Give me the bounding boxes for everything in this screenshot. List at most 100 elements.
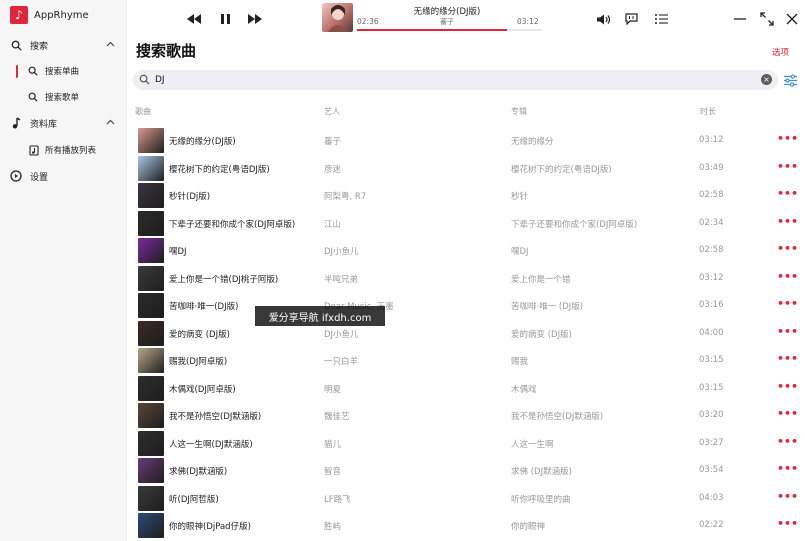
sidebar-item-library[interactable]: 资料库 [0, 113, 127, 133]
song-title[interactable]: 苦咖啡·唯一(DJ版) [169, 300, 238, 312]
song-artist[interactable]: 猫儿 [324, 438, 341, 450]
song-artist[interactable]: 明夏 [324, 383, 341, 395]
song-title[interactable]: 下辈子还要和你成个家(DJ阿卓版) [169, 218, 295, 230]
song-album[interactable]: 我不是孙悟空(DJ默涵版) [511, 410, 603, 422]
song-album[interactable]: 嘿DJ [511, 245, 529, 257]
song-title[interactable]: 我不是孙悟空(DJ默涵版) [169, 410, 261, 422]
song-row[interactable]: 樱花树下的约定(粤语DJ版) 彦迷 樱花树下的约定(粤语DJ版) 03:49 ••• [133, 155, 800, 182]
sidebar-item-search-songs[interactable]: 搜索单曲 [0, 61, 127, 81]
volume-icon[interactable] [596, 12, 612, 26]
more-options-icon[interactable]: ••• [777, 436, 798, 447]
song-artist[interactable]: DJ小鱼儿 [324, 328, 359, 340]
more-options-icon[interactable]: ••• [777, 133, 798, 144]
search-input[interactable] [155, 75, 745, 85]
song-title[interactable]: 嘿DJ [169, 245, 187, 257]
more-options-icon[interactable]: ••• [777, 381, 798, 392]
progress-bar[interactable] [357, 29, 542, 31]
song-album[interactable]: 木偶戏 [511, 383, 537, 395]
song-artist[interactable]: 魏佳艺 [324, 410, 350, 422]
more-options-icon[interactable]: ••• [777, 216, 798, 227]
filter-icon[interactable] [783, 74, 798, 87]
song-artist[interactable]: 阿梨粤, R7 [324, 190, 366, 202]
maximize-button[interactable] [760, 12, 774, 26]
song-album[interactable]: 爱的病变 (DJ版) [511, 328, 572, 340]
song-album[interactable]: 苦咖啡·唯一 (DJ版) [511, 300, 583, 312]
song-row[interactable]: 爱上你是一个错(DJ桃子阿版) 半吨兄弟 爱上你是一个错 03:12 ••• [133, 265, 800, 292]
more-options-icon[interactable]: ••• [777, 326, 798, 337]
sidebar-item-search[interactable]: 搜索 [0, 35, 127, 55]
song-row[interactable]: 你的眼神(DjPad仔版) 胜屿 你的眼神 02:22 ••• [133, 512, 800, 539]
pause-button[interactable] [217, 12, 233, 26]
lyrics-icon[interactable] [623, 12, 639, 26]
song-artist[interactable]: 胜屿 [324, 520, 341, 532]
song-album[interactable]: 赐我 [511, 355, 528, 367]
song-album[interactable]: 求佛 (DJ默涵版) [511, 465, 572, 477]
column-header-artist[interactable]: 艺人 [324, 106, 340, 117]
song-title[interactable]: 木偶戏(DJ阿卓版) [169, 383, 236, 395]
song-title[interactable]: 人这一生啊(DJ默涵版) [169, 438, 253, 450]
song-row[interactable]: 无缘的缘分(DJ版) 蕃子 无缘的缘分 03:12 ••• [133, 127, 800, 154]
song-title[interactable]: 赐我(DJ阿卓版) [169, 355, 227, 367]
chevron-up-icon[interactable] [106, 118, 115, 128]
more-options-icon[interactable]: ••• [777, 188, 798, 199]
song-artist[interactable]: 彦迷 [324, 163, 341, 175]
song-album[interactable]: 无缘的缘分 [511, 135, 554, 147]
song-row[interactable]: 我不是孙悟空(DJ默涵版) 魏佳艺 我不是孙悟空(DJ默涵版) 03:20 ••• [133, 402, 800, 429]
more-options-icon[interactable]: ••• [777, 518, 798, 529]
song-row[interactable]: 人这一生啊(DJ默涵版) 猫儿 人这一生啊 03:27 ••• [133, 430, 800, 457]
song-row[interactable]: 赐我(DJ阿卓版) 一只白羊 赐我 03:15 ••• [133, 347, 800, 374]
options-link[interactable]: 选项 [772, 46, 789, 58]
song-row[interactable]: 木偶戏(DJ阿卓版) 明夏 木偶戏 03:15 ••• [133, 375, 800, 402]
more-options-icon[interactable]: ••• [777, 271, 798, 282]
minimize-button[interactable] [733, 12, 747, 26]
song-title[interactable]: 秒针(Dj版) [169, 190, 210, 202]
song-album[interactable]: 下辈子还要和你成个家(DJ阿卓版) [511, 218, 637, 230]
column-header-song[interactable]: 歌曲 [135, 106, 151, 117]
song-row[interactable]: 下辈子还要和你成个家(DJ阿卓版) 江山 下辈子还要和你成个家(DJ阿卓版) 02:3… [133, 210, 800, 237]
queue-icon[interactable] [653, 12, 669, 26]
chevron-up-icon[interactable] [106, 40, 115, 50]
song-artist[interactable]: 蕃子 [324, 135, 341, 147]
clear-search-button[interactable]: × [761, 74, 772, 85]
song-row[interactable]: 爱的病变 (DJ版) DJ小鱼儿 爱的病变 (DJ版) 04:00 ••• [133, 320, 800, 347]
song-title[interactable]: 无缘的缘分(DJ版) [169, 135, 236, 147]
song-title[interactable]: 你的眼神(DjPad仔版) [169, 520, 251, 532]
song-album[interactable]: 爱上你是一个错 [511, 273, 571, 285]
song-row[interactable]: 苦咖啡·唯一(DJ版)Dear Music, 玉墨苦咖啡·唯一 (DJ版)03:… [133, 292, 800, 319]
song-title[interactable]: 樱花树下的约定(粤语DJ版) [169, 163, 270, 175]
sidebar-item-search-playlists[interactable]: 搜索歌单 [0, 87, 127, 107]
song-artist[interactable]: 半吨兄弟 [324, 273, 358, 285]
now-playing-cover[interactable] [322, 3, 353, 32]
more-options-icon[interactable]: ••• [777, 353, 798, 364]
more-options-icon[interactable]: ••• [777, 161, 798, 172]
song-title[interactable]: 求佛(DJ默涵版) [169, 465, 227, 477]
more-options-icon[interactable]: ••• [777, 491, 798, 502]
previous-button[interactable] [186, 12, 202, 26]
song-row[interactable]: 秒针(Dj版) 阿梨粤, R7 秒针 02:58 ••• [133, 182, 800, 209]
sidebar-item-all-playlists[interactable]: 所有播放列表 [0, 140, 127, 160]
next-button[interactable] [247, 12, 263, 26]
song-album[interactable]: 听你呼吸里的曲 [511, 493, 571, 505]
more-options-icon[interactable]: ••• [777, 298, 798, 309]
song-title[interactable]: 爱上你是一个错(DJ桃子阿版) [169, 273, 278, 285]
sidebar-item-settings[interactable]: 设置 [0, 166, 127, 186]
song-album[interactable]: 你的眼神 [511, 520, 545, 532]
song-title[interactable]: 爱的病变 (DJ版) [169, 328, 230, 340]
song-album[interactable]: 秒针 [511, 190, 528, 202]
song-row[interactable]: 嘿DJ DJ小鱼儿 嘿DJ 02:58 ••• [133, 237, 800, 264]
close-button[interactable] [785, 12, 799, 26]
column-header-duration[interactable]: 时长 [700, 106, 716, 117]
song-row[interactable]: 听(DJ阿哲版) LF路飞 听你呼吸里的曲 04:03 ••• [133, 485, 800, 512]
song-artist[interactable]: 智音 [324, 465, 341, 477]
song-artist[interactable]: DJ小鱼儿 [324, 245, 359, 257]
song-artist[interactable]: 江山 [324, 218, 341, 230]
song-row[interactable]: 求佛(DJ默涵版) 智音 求佛 (DJ默涵版) 03:54 ••• [133, 457, 800, 484]
more-options-icon[interactable]: ••• [777, 463, 798, 474]
song-album[interactable]: 人这一生啊 [511, 438, 554, 450]
more-options-icon[interactable]: ••• [777, 243, 798, 254]
song-title[interactable]: 听(DJ阿哲版) [169, 493, 219, 505]
song-artist[interactable]: 一只白羊 [324, 355, 358, 367]
song-album[interactable]: 樱花树下的约定(粤语DJ版) [511, 163, 612, 175]
song-artist[interactable]: LF路飞 [324, 493, 351, 505]
more-options-icon[interactable]: ••• [777, 408, 798, 419]
